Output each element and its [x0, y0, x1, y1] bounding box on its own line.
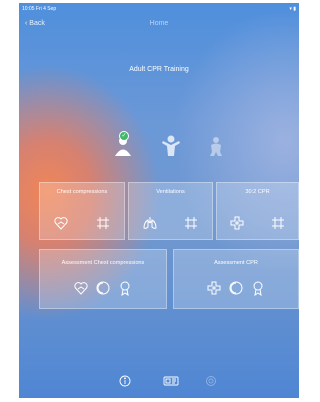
status-time: 10:05 Fri 4 Sep — [22, 6, 57, 12]
timer-icon — [228, 280, 244, 296]
heart-hands-icon — [53, 215, 69, 231]
card-title: 30:2 CPR — [245, 189, 270, 195]
heart-hands-icon — [73, 280, 89, 296]
grid-icon — [270, 215, 286, 231]
age-selector: ✓ — [19, 131, 299, 160]
card-title: Assessment Chest compressions — [61, 260, 145, 266]
timer-icon — [95, 280, 111, 296]
nav-title: Home — [149, 20, 169, 27]
card-title: Assessment CPR — [214, 260, 258, 266]
medical-cross-icon — [229, 215, 245, 231]
card-chest-compressions[interactable]: Chest compressions — [39, 182, 125, 240]
lungs-icon — [142, 215, 158, 231]
age-adult-button[interactable]: ✓ — [112, 131, 134, 158]
infant-icon — [210, 137, 222, 156]
card-ventilations[interactable]: Ventilations — [128, 182, 213, 240]
card-assessment-chest-compressions[interactable]: Assessment Chest compressions — [39, 249, 167, 309]
info-icon — [119, 375, 131, 387]
card-assessment-cpr[interactable]: Assessment CPR — [173, 249, 299, 309]
grid-icon — [183, 215, 199, 231]
manikin-button[interactable] — [163, 374, 179, 392]
info-button[interactable] — [119, 374, 131, 392]
app-screen: 10:05 Fri 4 Sep ▾ ▮ ‹ Back Home Adult CP… — [19, 3, 299, 398]
card-30-2-cpr[interactable]: 30:2 CPR — [216, 182, 299, 240]
award-ribbon-icon — [250, 280, 266, 296]
settings-button[interactable] — [205, 374, 217, 392]
medical-cross-icon — [206, 280, 222, 296]
selected-check-icon: ✓ — [119, 131, 129, 141]
grid-icon — [95, 215, 111, 231]
age-infant-button[interactable] — [205, 134, 227, 158]
bottom-toolbar — [19, 374, 299, 388]
page-subtitle: Adult CPR Training — [129, 66, 189, 73]
nav-bar: ‹ Back Home — [19, 19, 299, 33]
gear-icon — [206, 376, 216, 386]
status-bar: 10:05 Fri 4 Sep ▾ ▮ — [22, 6, 296, 14]
card-title: Chest compressions — [56, 189, 108, 195]
manikin-device-icon — [163, 376, 179, 386]
age-child-button[interactable] — [160, 134, 182, 158]
award-ribbon-icon — [117, 280, 133, 296]
status-indicators: ▾ ▮ — [289, 6, 296, 12]
child-icon — [162, 135, 180, 156]
card-title: Ventilations — [156, 189, 185, 195]
